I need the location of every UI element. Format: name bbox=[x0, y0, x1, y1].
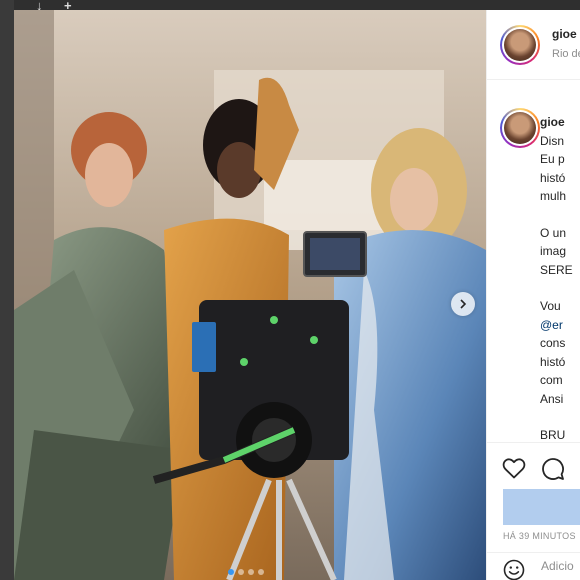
browser-chrome-top bbox=[0, 0, 580, 10]
browser-chrome-left bbox=[0, 0, 14, 580]
header-location[interactable]: Rio de bbox=[552, 48, 580, 60]
caption-line: BRU bbox=[540, 428, 566, 442]
carousel-dot-active bbox=[228, 569, 234, 575]
post-actions: HÁ 39 MINUTOS bbox=[487, 442, 580, 552]
caption-line: Disn bbox=[540, 133, 565, 148]
carousel-dot bbox=[258, 569, 264, 575]
smile-icon[interactable] bbox=[503, 559, 525, 580]
instagram-post: gioe Rio de gioe Disn Eu p histó mulh O … bbox=[14, 10, 580, 580]
comment-input[interactable] bbox=[541, 559, 580, 573]
chevron-right-icon bbox=[460, 299, 467, 309]
post-photo bbox=[14, 10, 486, 580]
header-username[interactable]: gioe bbox=[552, 27, 577, 41]
caption-line: histó bbox=[540, 354, 566, 369]
profile-avatar-icon bbox=[504, 29, 536, 61]
caption-avatar[interactable] bbox=[500, 108, 540, 148]
carousel-dot bbox=[238, 569, 244, 575]
avatar[interactable] bbox=[500, 25, 540, 65]
post-timestamp[interactable]: HÁ 39 MINUTOS bbox=[503, 531, 576, 541]
caption-line: SERE bbox=[540, 262, 573, 277]
caption-line: Vou bbox=[540, 299, 561, 313]
caption-line: histó bbox=[540, 170, 566, 185]
caption-line: Ansi bbox=[540, 391, 564, 406]
comment-icon[interactable] bbox=[541, 457, 565, 481]
likes-placeholder bbox=[503, 489, 580, 525]
add-comment-bar bbox=[487, 552, 580, 580]
post-header: gioe Rio de bbox=[487, 10, 580, 80]
carousel-dot bbox=[248, 569, 254, 575]
comments-area[interactable]: gioe Disn Eu p histó mulh O un imag SERE… bbox=[487, 80, 580, 442]
caption-line: cons bbox=[540, 336, 566, 350]
post-sidebar: gioe Rio de gioe Disn Eu p histó mulh O … bbox=[486, 10, 580, 580]
carousel-next-button[interactable] bbox=[451, 292, 475, 316]
caption-line: O un bbox=[540, 225, 567, 240]
caption-username[interactable]: gioe bbox=[540, 115, 565, 129]
heart-icon[interactable] bbox=[502, 457, 526, 479]
caption-mention[interactable]: @er bbox=[540, 318, 563, 332]
post-caption: gioe Disn Eu p histó mulh O un imag SERE… bbox=[540, 113, 580, 442]
caption-line: com bbox=[540, 373, 563, 387]
caption-line: mulh bbox=[540, 189, 567, 203]
post-media[interactable] bbox=[14, 10, 486, 580]
profile-avatar-icon bbox=[504, 112, 536, 144]
caption-line: imag bbox=[540, 244, 567, 258]
caption-line: Eu p bbox=[540, 152, 565, 166]
carousel-indicators bbox=[228, 569, 264, 575]
